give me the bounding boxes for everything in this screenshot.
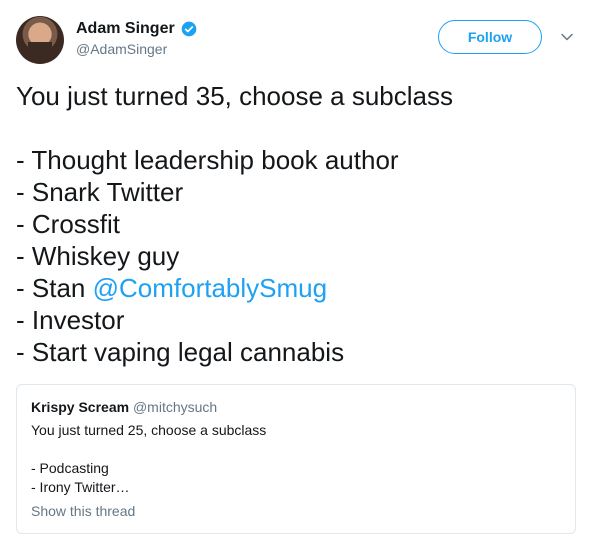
avatar-beard — [28, 42, 52, 60]
tweet-list-item-stan: - Stan @ComfortablySmug — [16, 272, 453, 304]
show-thread-link[interactable]: Show this thread — [31, 503, 135, 519]
quoted-list-item: - Podcasting — [31, 460, 109, 476]
author-name[interactable]: Adam Singer — [76, 20, 175, 38]
author-handle[interactable]: @AdamSinger — [76, 41, 167, 57]
author-name-row: Adam Singer — [76, 20, 197, 38]
tweet-list-item-text: - Stan — [16, 273, 93, 303]
follow-button[interactable]: Follow — [438, 20, 542, 54]
tweet-list-item: - Whiskey guy — [16, 241, 180, 271]
quoted-body: You just turned 25, choose a subclass - … — [31, 421, 266, 497]
tweet-body: You just turned 35, choose a subclass - … — [16, 80, 453, 368]
quoted-line: You just turned 25, choose a subclass — [31, 422, 267, 438]
quoted-list-item: - Irony Twitter… — [31, 479, 130, 495]
tweet-list-item: - Crossfit — [16, 209, 120, 239]
tweet-list-item: - Start vaping legal cannabis — [16, 337, 345, 367]
tweet-list-item: - Investor — [16, 305, 125, 335]
tweet-list-item: - Thought leadership book author — [16, 145, 399, 175]
mention-link[interactable]: @ComfortablySmug — [93, 273, 327, 303]
avatar[interactable] — [16, 16, 64, 64]
quoted-tweet[interactable]: Krispy Scream @mitchysuch You just turne… — [16, 384, 576, 534]
tweet-line: You just turned 35, choose a subclass — [16, 81, 453, 111]
chevron-down-icon[interactable] — [560, 30, 574, 44]
quoted-author-handle: @mitchysuch — [132, 399, 218, 415]
quoted-author-name: Krispy Scream — [31, 399, 130, 415]
tweet-list-item: - Snark Twitter — [16, 177, 184, 207]
verified-badge-icon — [181, 21, 197, 37]
quoted-blank-line — [31, 440, 266, 459]
quoted-header: Krispy Scream @mitchysuch — [31, 399, 217, 415]
